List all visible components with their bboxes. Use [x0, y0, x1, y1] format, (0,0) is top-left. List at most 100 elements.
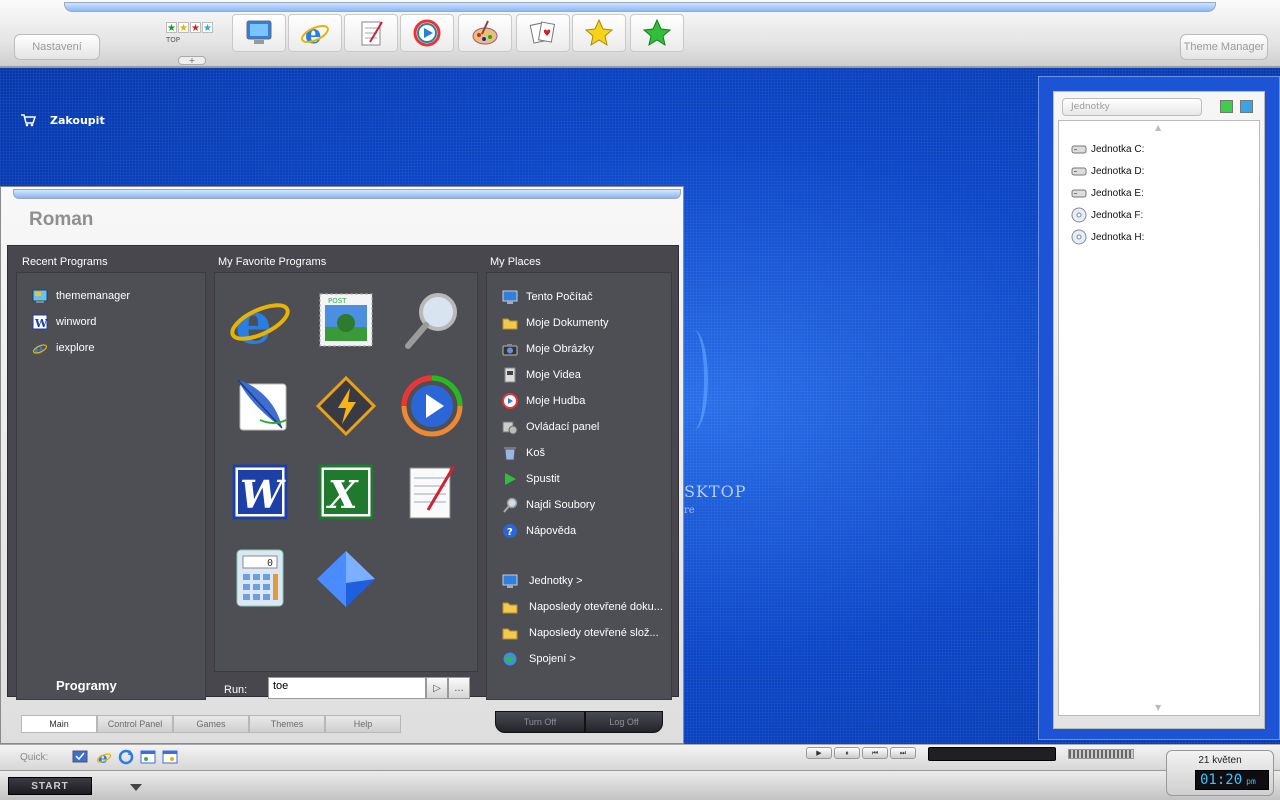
- launcher-yellow-star[interactable]: [572, 14, 626, 52]
- run-browse-button[interactable]: ...: [448, 677, 470, 699]
- place-napoveda[interactable]: ? Nápověda: [502, 523, 576, 539]
- buy-link[interactable]: Zakoupit: [20, 113, 105, 127]
- launcher-notepad[interactable]: [344, 14, 398, 52]
- place-moje-dokumenty[interactable]: Moje Dokumenty: [502, 315, 609, 331]
- show-desktop-icon: [72, 750, 88, 763]
- fav-outlook-stamp[interactable]: POST: [314, 288, 378, 352]
- run-label: Run:: [224, 684, 248, 696]
- log-off-button[interactable]: Log Off: [585, 711, 663, 733]
- start-button[interactable]: START: [8, 777, 92, 795]
- tab-control-panel[interactable]: Control Panel: [97, 715, 173, 733]
- svg-text:e: e: [305, 20, 322, 48]
- drive-item-d[interactable]: Jednotka D:: [1071, 163, 1144, 179]
- place-recent-folders[interactable]: Naposledy otevřené slož...: [502, 625, 659, 641]
- rating-stars[interactable]: ★ ★ ★ ★: [166, 22, 213, 34]
- launcher-internet-explorer[interactable]: e: [288, 14, 342, 52]
- clock-widget[interactable]: 21 květen 01:20 pm: [1166, 750, 1274, 796]
- theme-manager-button[interactable]: Theme Manager: [1180, 34, 1268, 60]
- clock-time-value: 01:20: [1200, 772, 1243, 788]
- place-label: Moje Videa: [526, 369, 581, 381]
- tab-help[interactable]: Help: [325, 715, 401, 733]
- place-label: Moje Obrázky: [526, 343, 594, 355]
- settings-button[interactable]: Nastavení: [14, 34, 100, 60]
- notepad-icon: [361, 21, 383, 46]
- volume-slider[interactable]: [1068, 749, 1134, 759]
- all-programs-button[interactable]: Programy: [56, 678, 117, 693]
- star-icon: ★: [178, 22, 189, 34]
- place-moje-obrazky[interactable]: Moje Obrázky: [502, 341, 594, 357]
- place-moje-videa[interactable]: Moje Videa: [502, 367, 581, 383]
- fav-winamp[interactable]: [314, 374, 378, 438]
- place-jednotky[interactable]: Jednotky >: [502, 573, 583, 589]
- drives-widget-title: Jednotky: [1062, 98, 1202, 116]
- fav-search[interactable]: [400, 288, 464, 352]
- place-label: Moje Dokumenty: [526, 317, 609, 329]
- fav-excel[interactable]: X: [314, 460, 378, 524]
- launcher-paint[interactable]: [458, 14, 512, 52]
- turn-off-button[interactable]: Turn Off: [495, 711, 585, 733]
- drive-item-c[interactable]: Jednotka C:: [1071, 141, 1144, 157]
- play-button[interactable]: ▶: [806, 747, 832, 759]
- recent-item-iexplore[interactable]: e iexplore: [32, 340, 95, 356]
- recent-item-thememanager[interactable]: thememanager: [32, 288, 130, 304]
- fav-word[interactable]: W: [228, 460, 292, 524]
- run-go-button[interactable]: ▷: [426, 677, 448, 699]
- video-icon: [502, 367, 518, 383]
- pause-button[interactable]: ⏸: [834, 747, 860, 759]
- recycle-bin-icon: [502, 445, 518, 461]
- drive-item-e[interactable]: Jednotka E:: [1071, 185, 1144, 201]
- launcher-green-star[interactable]: [630, 14, 684, 52]
- place-recent-documents[interactable]: Naposledy otevřené doku...: [502, 599, 663, 615]
- network-icon: [502, 651, 518, 667]
- place-spustit[interactable]: Spustit: [502, 471, 560, 487]
- place-spojeni[interactable]: Spojení >: [502, 651, 576, 667]
- fav-notepad[interactable]: [400, 460, 464, 524]
- blue-pyramid-icon: [317, 551, 375, 607]
- scroll-down-arrow[interactable]: ▼: [1155, 703, 1161, 712]
- drives-widget: Jednotky ▲ Jednotka C: Jednotka D: Jedno…: [1038, 76, 1280, 740]
- quick-show-desktop[interactable]: [72, 749, 88, 765]
- place-moje-hudba[interactable]: Moje Hudba: [502, 393, 585, 409]
- chevron-down-icon[interactable]: [130, 784, 142, 791]
- quick-refresh[interactable]: [118, 749, 134, 765]
- launcher-solitaire[interactable]: ♥: [516, 14, 570, 52]
- tab-themes[interactable]: Themes: [249, 715, 325, 733]
- place-tento-pocitac[interactable]: Tento Počítač: [502, 289, 593, 305]
- fav-media-player[interactable]: [400, 374, 464, 438]
- green-star-icon: [642, 18, 672, 47]
- drive-item-h[interactable]: Jednotka H:: [1071, 229, 1144, 245]
- run-input[interactable]: toe: [268, 677, 426, 699]
- drive-item-f[interactable]: Jednotka F:: [1071, 207, 1143, 223]
- widget-settings-button[interactable]: [1240, 100, 1253, 113]
- desktop-logo-subtext: re: [684, 505, 695, 516]
- quick-window-two[interactable]: [162, 749, 178, 765]
- clock-ampm: pm: [1246, 777, 1256, 786]
- previous-button[interactable]: ⏮: [862, 747, 888, 759]
- fav-internet-explorer[interactable]: e: [228, 288, 292, 352]
- fav-blue-pyramid[interactable]: [314, 546, 378, 610]
- add-launcher-button[interactable]: +: [178, 56, 206, 65]
- monitor-icon: [246, 20, 272, 44]
- fav-feather[interactable]: [228, 374, 292, 438]
- recent-item-winword[interactable]: W winword: [32, 314, 96, 330]
- place-kos[interactable]: Koš: [502, 445, 545, 461]
- drive-label: Jednotka E:: [1091, 187, 1144, 199]
- next-button[interactable]: ⏭: [890, 747, 916, 759]
- place-najdi-soubory[interactable]: Najdi Soubory: [502, 497, 595, 513]
- top-toolbar: Nastavení Theme Manager ★ ★ ★ ★ TOP + e …: [0, 0, 1280, 68]
- tab-main[interactable]: Main: [21, 715, 97, 733]
- quick-internet-explorer[interactable]: e: [96, 749, 112, 765]
- launcher-media-player[interactable]: [400, 14, 454, 52]
- scroll-up-arrow[interactable]: ▲: [1155, 123, 1161, 132]
- recent-programs-title: Recent Programs: [22, 256, 108, 268]
- launcher-monitor[interactable]: [232, 14, 286, 52]
- excel-icon: X: [318, 464, 374, 520]
- widget-expand-button[interactable]: [1220, 100, 1233, 113]
- fav-calculator[interactable]: 0: [228, 546, 292, 610]
- media-player-icon: [401, 375, 463, 437]
- place-ovladaci-panel[interactable]: Ovládací panel: [502, 419, 599, 435]
- quick-window-one[interactable]: [140, 749, 156, 765]
- start-menu-accent-strip: [13, 189, 681, 199]
- refresh-icon: [118, 749, 134, 765]
- tab-games[interactable]: Games: [173, 715, 249, 733]
